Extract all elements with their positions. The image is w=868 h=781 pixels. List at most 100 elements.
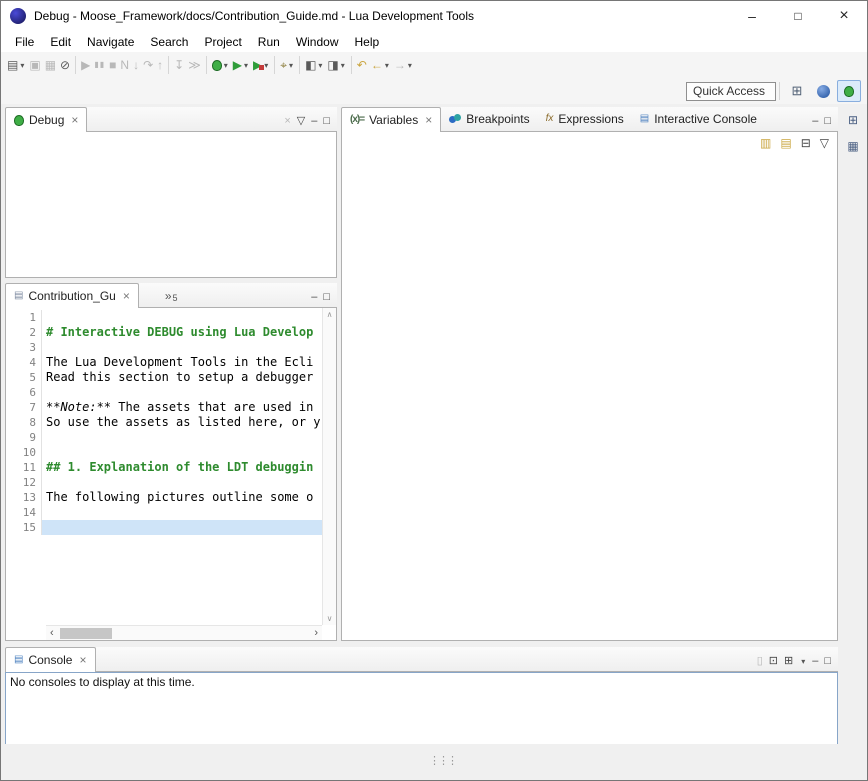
last-edit-location-button[interactable]: ↶: [355, 54, 369, 76]
previous-annotation-dropdown-icon[interactable]: ▾: [340, 61, 346, 70]
use-step-filters-button[interactable]: ≫: [186, 54, 203, 76]
line-number[interactable]: 5: [6, 370, 42, 385]
menu-edit[interactable]: Edit: [42, 33, 79, 51]
open-console-button[interactable]: ⊞: [784, 656, 793, 667]
trim-restore-views-button[interactable]: ⊞: [843, 110, 863, 130]
previous-annotation-button[interactable]: ◨▾: [325, 54, 347, 76]
search-dropdown-icon[interactable]: ▾: [288, 61, 294, 70]
debug-view-minimize-button[interactable]: –: [311, 116, 317, 127]
forward-button[interactable]: →▾: [392, 54, 415, 76]
tab-expressions[interactable]: fx Expressions: [538, 107, 632, 131]
editor-tab-overflow-button[interactable]: » 5: [165, 289, 178, 307]
variables-maximize-button[interactable]: □: [824, 116, 831, 127]
editor-minimize-button[interactable]: –: [311, 292, 317, 303]
resume-button[interactable]: ▶: [79, 54, 92, 76]
trim-drag-handle[interactable]: ⋮⋮⋮: [429, 754, 456, 767]
collapse-all-button[interactable]: ⊟: [801, 137, 811, 149]
quick-access-input[interactable]: Quick Access: [686, 82, 776, 101]
editor-content[interactable]: 1 2# Interactive DEBUG using Lua Develop…: [5, 308, 337, 641]
variables-view-menu-icon[interactable]: ▽: [820, 137, 829, 149]
window-maximize-button[interactable]: □: [775, 1, 821, 31]
trim-minimized-view-button[interactable]: ▦: [843, 136, 863, 156]
tab-variables[interactable]: (x)= Variables ×: [341, 107, 441, 132]
tab-contribution-guide[interactable]: ▤ Contribution_Gu ×: [5, 283, 139, 308]
new-button[interactable]: ▤▾: [5, 54, 27, 76]
scroll-right-icon[interactable]: ›: [310, 628, 322, 639]
display-selected-console-button[interactable]: ⊡: [769, 656, 778, 667]
variables-minimize-button[interactable]: –: [812, 116, 818, 127]
menu-navigate[interactable]: Navigate: [79, 33, 142, 51]
menu-project[interactable]: Project: [196, 33, 249, 51]
line-number[interactable]: 15: [6, 520, 42, 535]
scroll-left-icon[interactable]: ‹: [46, 628, 58, 639]
show-columns-button[interactable]: ▤: [780, 137, 791, 149]
next-annotation-dropdown-icon[interactable]: ▾: [317, 61, 323, 70]
run-button[interactable]: ▶▾: [231, 54, 251, 76]
console-minimize-button[interactable]: –: [812, 656, 818, 667]
step-into-button[interactable]: ↓: [131, 54, 141, 76]
step-over-button[interactable]: ↷: [141, 54, 155, 76]
save-button[interactable]: ▣: [27, 54, 42, 76]
line-number[interactable]: 4: [6, 355, 42, 370]
variables-tab-close-icon[interactable]: ×: [425, 113, 432, 127]
menu-run[interactable]: Run: [250, 33, 288, 51]
line-number[interactable]: 12: [6, 475, 42, 490]
line-number[interactable]: 9: [6, 430, 42, 445]
skip-all-breakpoints-button[interactable]: ⊘: [58, 54, 72, 76]
tab-debug[interactable]: Debug ×: [5, 107, 87, 132]
next-annotation-button[interactable]: ◧▾: [303, 54, 325, 76]
console-content[interactable]: No consoles to display at this time.: [5, 672, 838, 746]
line-number[interactable]: 13: [6, 490, 42, 505]
menu-help[interactable]: Help: [347, 33, 388, 51]
save-all-button[interactable]: ▦: [43, 54, 58, 76]
back-button[interactable]: ←▾: [369, 54, 392, 76]
disconnect-button[interactable]: N: [118, 54, 131, 76]
external-tools-button[interactable]: ▶▾: [251, 54, 271, 76]
remove-all-terminated-button[interactable]: ×: [284, 116, 290, 127]
line-number[interactable]: 8: [6, 415, 42, 430]
debug-button[interactable]: ▾: [210, 54, 231, 76]
debug-view-maximize-button[interactable]: □: [323, 116, 330, 127]
show-logical-structure-button[interactable]: ▥: [760, 137, 771, 149]
console-maximize-button[interactable]: □: [824, 656, 831, 667]
debug-view-content[interactable]: [5, 132, 337, 278]
console-tab-close-icon[interactable]: ×: [79, 653, 86, 667]
menu-search[interactable]: Search: [142, 33, 196, 51]
scroll-up-icon[interactable]: ∧: [323, 310, 336, 319]
step-return-button[interactable]: ↑: [155, 54, 165, 76]
menu-file[interactable]: File: [7, 33, 42, 51]
forward-dropdown-icon[interactable]: ▾: [407, 61, 413, 70]
debug-tab-close-icon[interactable]: ×: [71, 113, 78, 127]
editor-tab-close-icon[interactable]: ×: [123, 289, 130, 303]
lua-perspective-button[interactable]: [811, 80, 835, 102]
menu-window[interactable]: Window: [288, 33, 347, 51]
horizontal-scroll-thumb[interactable]: [60, 628, 112, 639]
line-number[interactable]: 6: [6, 385, 42, 400]
debug-perspective-button[interactable]: [837, 80, 861, 102]
tab-interactive-console[interactable]: ▤ Interactive Console: [632, 107, 765, 131]
terminate-button[interactable]: ■: [107, 54, 118, 76]
editor-maximize-button[interactable]: □: [323, 292, 330, 303]
line-number[interactable]: 2: [6, 325, 42, 340]
new-dropdown-icon[interactable]: ▾: [19, 61, 25, 70]
open-perspective-button[interactable]: ⊞: [785, 80, 809, 102]
variables-content[interactable]: ▥ ▤ ⊟ ▽: [341, 132, 838, 641]
line-number[interactable]: 10: [6, 445, 42, 460]
window-minimize-button[interactable]: –: [729, 1, 775, 31]
back-dropdown-icon[interactable]: ▾: [384, 61, 390, 70]
line-number[interactable]: 3: [6, 340, 42, 355]
line-number[interactable]: 7: [6, 400, 42, 415]
search-button[interactable]: ⌖▾: [278, 54, 296, 76]
editor-text-area[interactable]: 1 2# Interactive DEBUG using Lua Develop…: [6, 308, 322, 625]
suspend-button[interactable]: ▮▮: [92, 54, 107, 76]
tab-breakpoints[interactable]: Breakpoints: [441, 107, 537, 131]
scroll-down-icon[interactable]: ∨: [323, 614, 336, 623]
line-number[interactable]: 11: [6, 460, 42, 475]
pin-console-button[interactable]: ▯: [757, 656, 763, 667]
debug-dropdown-icon[interactable]: ▾: [223, 61, 229, 70]
tab-console[interactable]: ▤ Console ×: [5, 647, 96, 672]
editor-vertical-scrollbar[interactable]: ∧ ∨: [322, 308, 336, 625]
drop-to-frame-button[interactable]: ↧: [172, 54, 186, 76]
open-console-dropdown-icon[interactable]: ▾: [800, 657, 806, 666]
editor-horizontal-scrollbar[interactable]: ‹ ›: [46, 625, 322, 640]
